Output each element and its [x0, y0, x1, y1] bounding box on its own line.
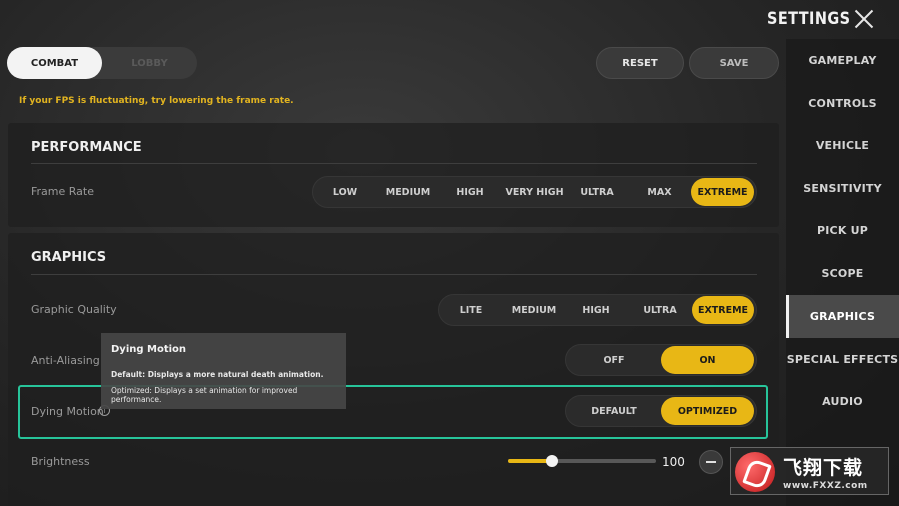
frame-rate-selector: LOW MEDIUM HIGH VERY HIGH ULTRA MAX EXTR… [312, 176, 757, 208]
tooltip-title: Dying Motion [111, 344, 187, 355]
brightness-slider[interactable] [508, 459, 656, 463]
watermark-logo-icon [735, 452, 775, 492]
frame-rate-label: Frame Rate [31, 185, 94, 198]
graphic-quality-selector: LITE MEDIUM HIGH ULTRA EXTREME [438, 294, 757, 326]
close-icon[interactable] [851, 6, 877, 32]
anti-aliasing-off[interactable]: OFF [568, 346, 660, 374]
watermark-url: www.FXXZ.com [783, 481, 868, 491]
frame-rate-option-low[interactable]: LOW [315, 178, 375, 206]
sidebar-item-vehicle[interactable]: VEHICLE [786, 124, 899, 167]
tab-combat[interactable]: COMBAT [7, 47, 102, 79]
frame-rate-option-high[interactable]: HIGH [440, 178, 500, 206]
tooltip-optimized-text: Optimized: Displays a set animation for … [111, 386, 298, 404]
frame-rate-option-medium[interactable]: MEDIUM [378, 178, 438, 206]
tab-lobby[interactable]: LOBBY [102, 47, 197, 79]
sidebar-item-scope[interactable]: SCOPE [786, 252, 899, 295]
sidebar-item-pick-up[interactable]: PICK UP [786, 209, 899, 252]
brightness-value: 100 [662, 455, 685, 469]
anti-aliasing-label: Anti-Aliasing [31, 354, 100, 367]
settings-sidebar: GAMEPLAY CONTROLS VEHICLE SENSITIVITY PI… [786, 39, 899, 506]
divider [31, 274, 757, 275]
decrease-brightness-button[interactable] [699, 450, 723, 474]
sidebar-item-controls[interactable]: CONTROLS [786, 82, 899, 125]
frame-rate-option-ultra[interactable]: ULTRA [567, 178, 627, 206]
sidebar-item-audio[interactable]: AUDIO [786, 380, 899, 423]
sidebar-item-sensitivity[interactable]: SENSITIVITY [786, 167, 899, 210]
quality-option-medium[interactable]: MEDIUM [504, 296, 564, 324]
sidebar-item-special-effects[interactable]: SPECIAL EFFECTS [786, 338, 899, 381]
quality-option-high[interactable]: HIGH [566, 296, 626, 324]
mode-switch: COMBAT LOBBY [7, 47, 197, 79]
performance-panel [8, 123, 779, 227]
frame-rate-option-very-high[interactable]: VERY HIGH [503, 178, 566, 206]
graphic-quality-label: Graphic Quality [31, 303, 117, 316]
sidebar-item-graphics[interactable]: GRAPHICS [786, 295, 899, 338]
anti-aliasing-toggle: OFF ON [565, 344, 757, 376]
fps-hint: If your FPS is fluctuating, try lowering… [19, 96, 294, 106]
performance-title: PERFORMANCE [31, 140, 142, 155]
frame-rate-option-extreme[interactable]: EXTREME [691, 178, 754, 206]
brightness-label: Brightness [31, 455, 90, 468]
page-title: SETTINGS [767, 9, 851, 29]
quality-option-lite[interactable]: LITE [441, 296, 501, 324]
sidebar-item-gameplay[interactable]: GAMEPLAY [786, 39, 899, 82]
divider [31, 163, 757, 164]
quality-option-extreme[interactable]: EXTREME [692, 296, 754, 324]
frame-rate-option-max[interactable]: MAX [629, 178, 690, 206]
dying-motion-tooltip: Dying Motion Default: Displays a more na… [101, 333, 346, 409]
reset-button[interactable]: RESET [596, 47, 684, 79]
graphics-title: GRAPHICS [31, 250, 107, 265]
quality-option-ultra[interactable]: ULTRA [629, 296, 691, 324]
watermark: 飞翔下载 www.FXXZ.com [730, 447, 889, 495]
tooltip-default-text: Default: Displays a more natural death a… [111, 370, 324, 379]
watermark-text: 飞翔下载 [783, 457, 864, 479]
anti-aliasing-on[interactable]: ON [661, 346, 754, 374]
save-button[interactable]: SAVE [689, 47, 779, 79]
